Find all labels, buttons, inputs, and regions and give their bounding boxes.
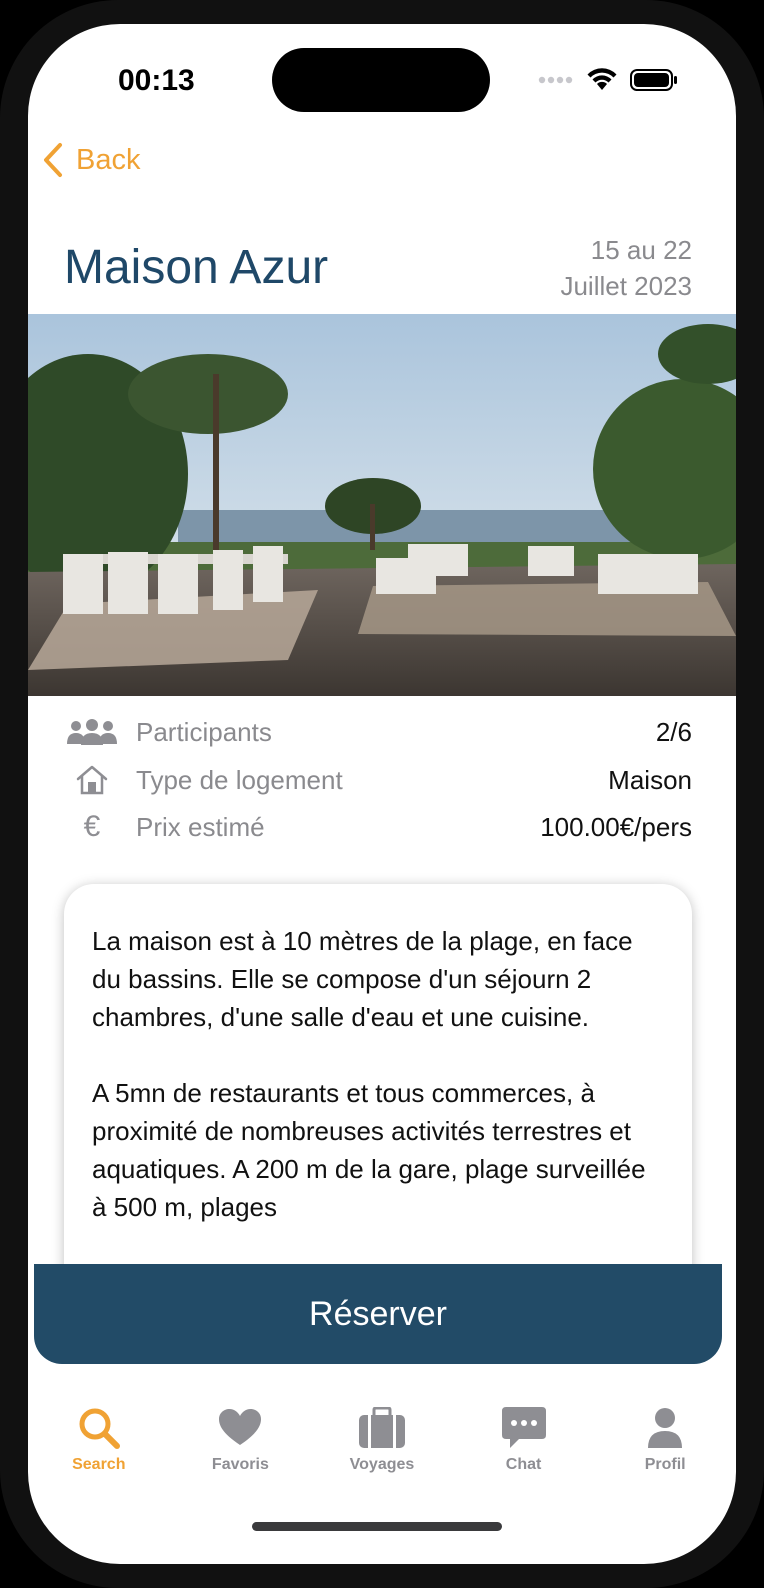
detail-label: Type de logement — [136, 764, 343, 795]
description-text: La maison est à 10 mètres de la plage, e… — [92, 926, 646, 1222]
tab-favoris[interactable]: Favoris — [170, 1404, 312, 1500]
tab-label: Favoris — [211, 1456, 269, 1473]
tab-label: Chat — [505, 1456, 542, 1473]
page-title: Maison Azur — [64, 241, 329, 294]
detail-value: 100.00€/pers — [540, 811, 692, 842]
back-label: Back — [76, 143, 141, 176]
description-card[interactable]: La maison est à 10 mètres de la plage, e… — [64, 884, 692, 1304]
people-icon — [64, 715, 120, 749]
status-time: 00:13 — [118, 64, 195, 97]
status-icons — [538, 68, 678, 92]
reserve-button[interactable]: Réserver — [34, 1264, 722, 1364]
tab-profil[interactable]: Profil — [594, 1404, 736, 1500]
detail-row-participants: Participants 2/6 — [64, 712, 692, 752]
house-icon — [64, 763, 120, 797]
suitcase-icon — [358, 1404, 406, 1452]
detail-label: Participants — [136, 716, 272, 747]
home-indicator — [252, 1522, 502, 1531]
back-button[interactable]: Back — [42, 142, 140, 178]
tab-search[interactable]: Search — [28, 1404, 170, 1500]
detail-value: 2/6 — [655, 716, 692, 747]
battery-icon — [630, 69, 677, 91]
stay-dates: 15 au 22 Juillet 2023 — [560, 232, 692, 304]
dynamic-island — [272, 48, 490, 112]
chevron-left-icon — [44, 143, 62, 177]
tab-label: Voyages — [349, 1456, 415, 1473]
tab-label: Profil — [644, 1456, 686, 1473]
tab-bar: Search Favoris Voyages Chat Profil — [28, 1404, 736, 1500]
wifi-icon — [587, 68, 617, 90]
detail-row-type: Type de logement Maison — [64, 760, 692, 800]
signal-icon — [538, 76, 573, 84]
chat-icon — [501, 1404, 547, 1452]
tab-voyages[interactable]: Voyages — [311, 1404, 453, 1500]
dates-line-1: 15 au 22 — [590, 235, 692, 265]
person-icon — [647, 1404, 683, 1452]
detail-value: Maison — [608, 764, 692, 795]
tab-chat[interactable]: Chat — [453, 1404, 595, 1500]
listing-photo — [28, 314, 736, 696]
search-icon — [77, 1404, 121, 1452]
tab-label: Search — [72, 1456, 126, 1473]
detail-label: Prix estimé — [136, 811, 265, 842]
app-screen: 00:13 Back Maison Azur 15 au 22 Juillet … — [28, 24, 736, 1564]
dates-line-2: Juillet 2023 — [560, 271, 692, 301]
euro-icon: € — [83, 810, 101, 843]
phone-frame: 00:13 Back Maison Azur 15 au 22 Juillet … — [0, 0, 764, 1588]
heart-icon — [219, 1404, 262, 1452]
detail-row-price: € Prix estimé 100.00€/pers — [64, 807, 692, 847]
